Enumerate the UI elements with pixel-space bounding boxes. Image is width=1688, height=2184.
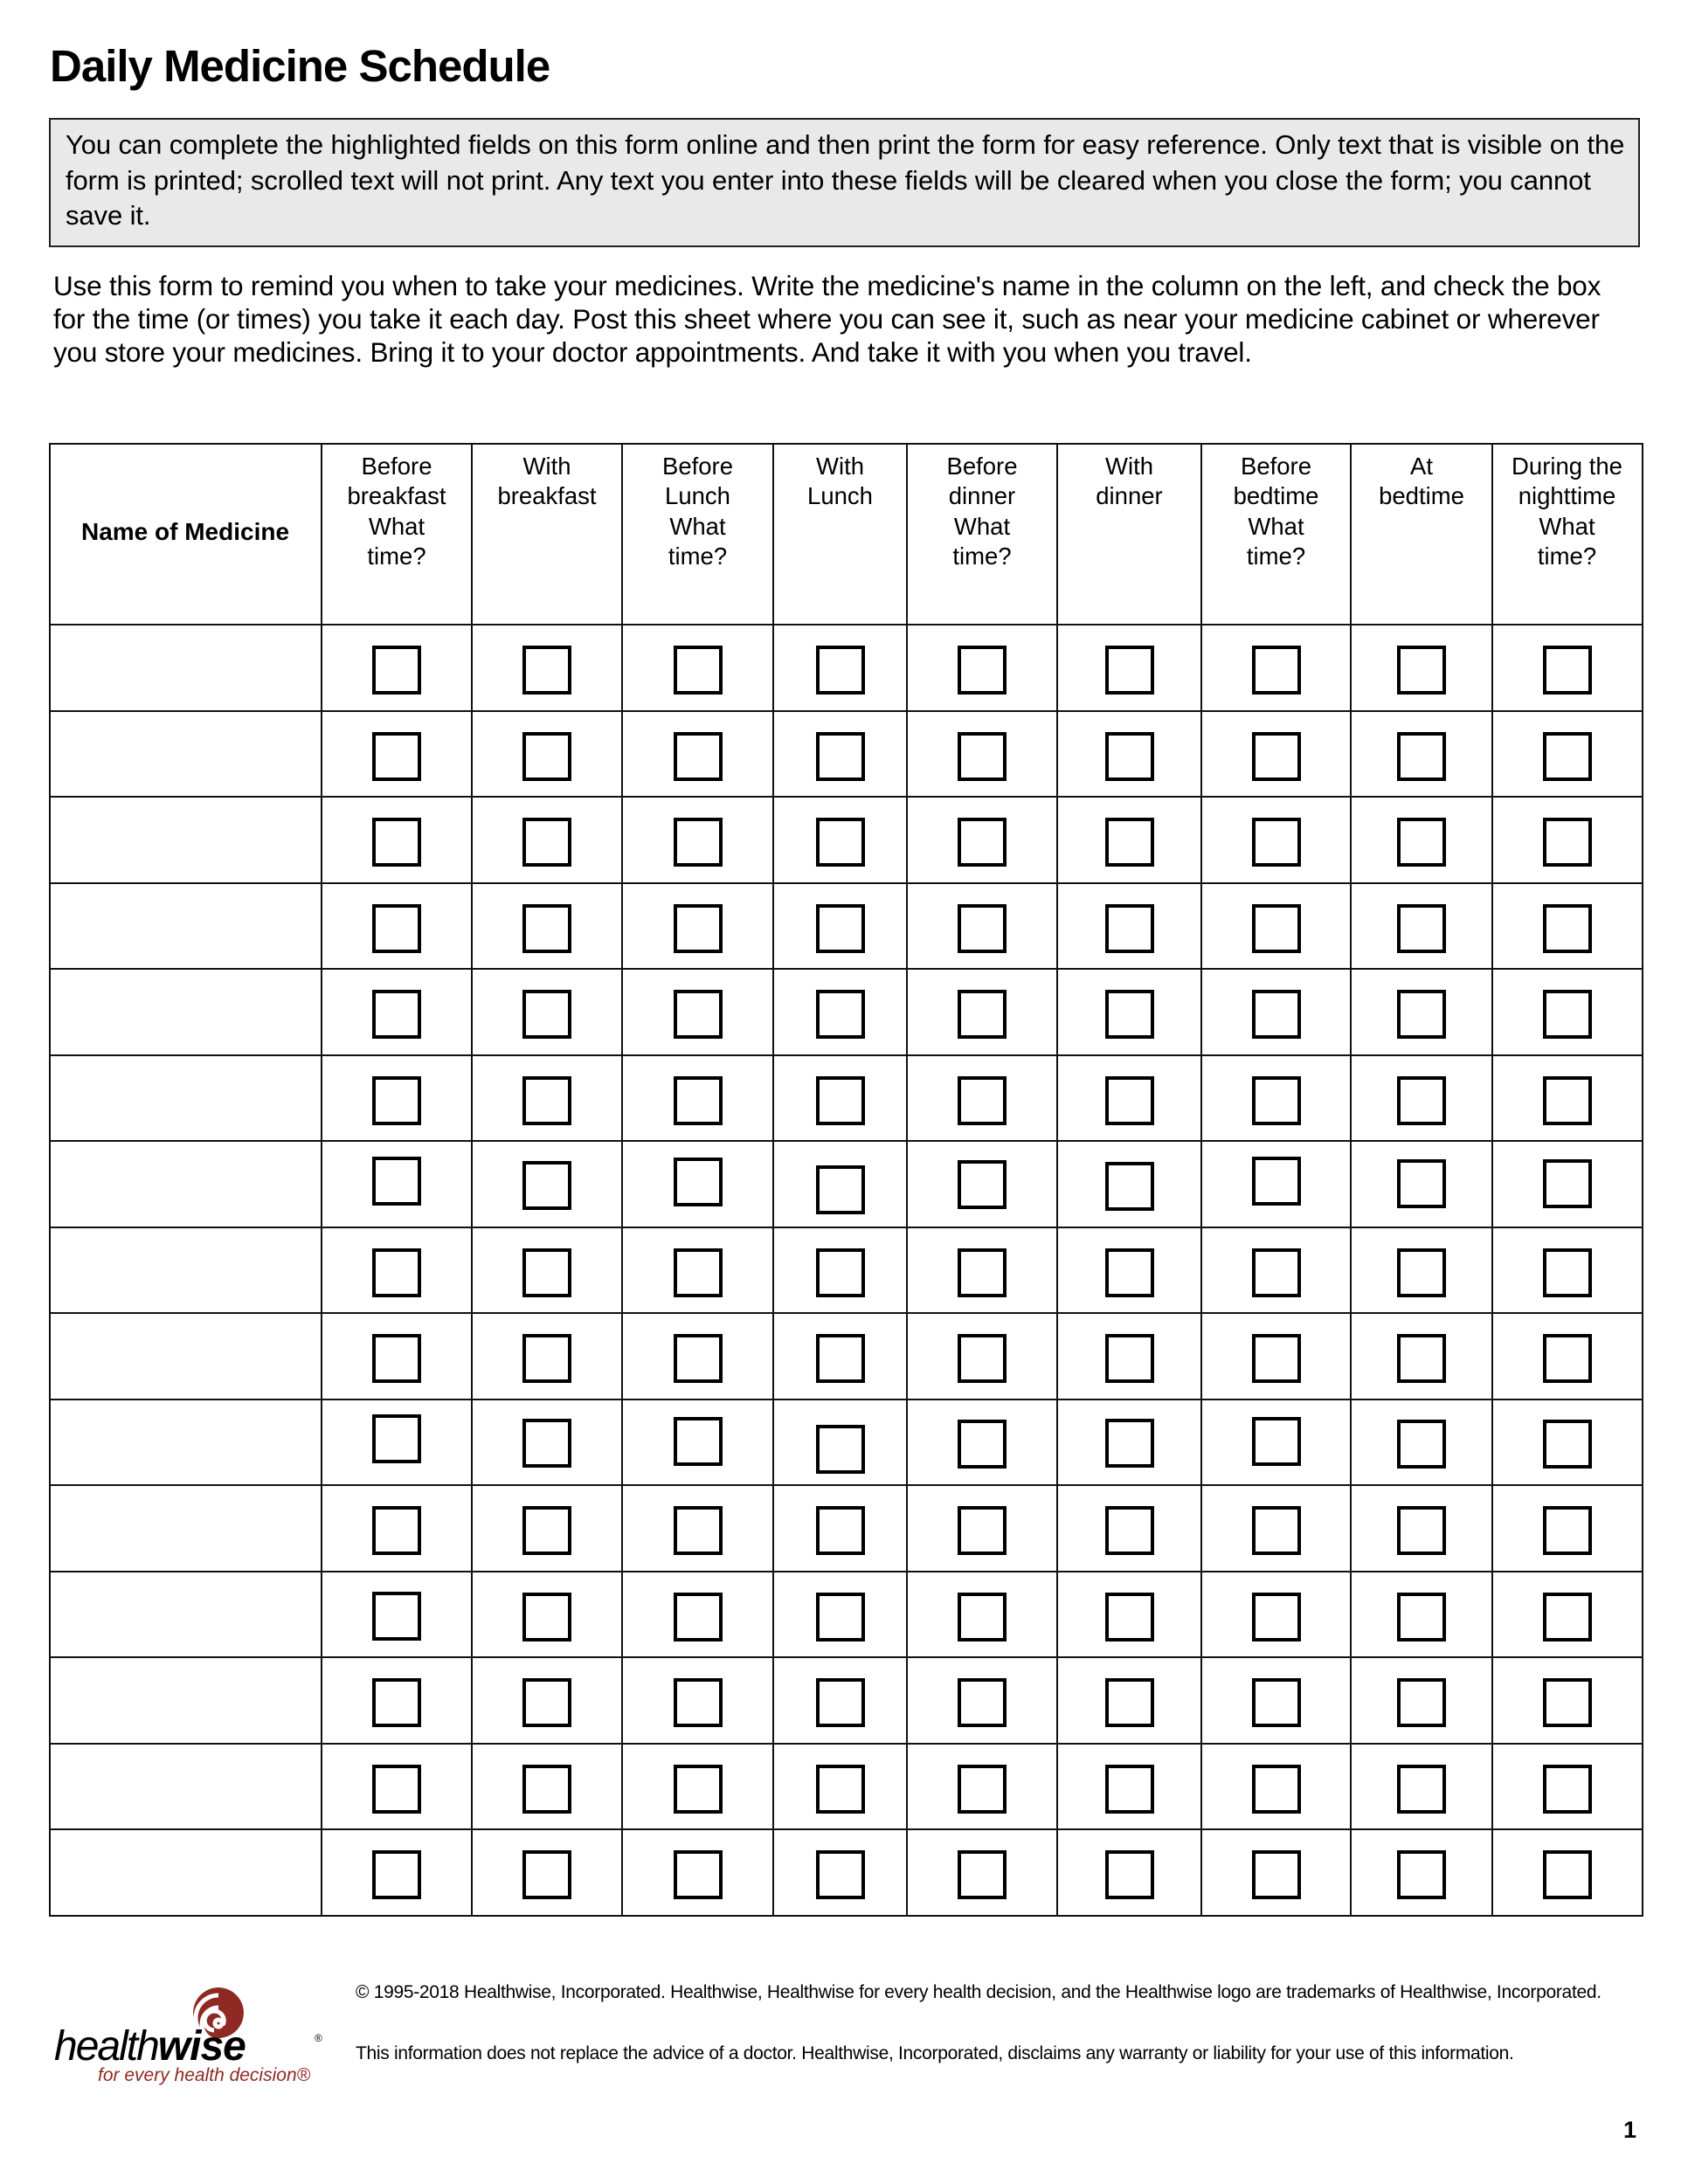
form-instructions-box: You can complete the highlighted fields … xyxy=(49,118,1640,247)
medicine-schedule-table: Name of Medicine Before breakfast What time… xyxy=(49,443,1643,1917)
page-title: Daily Medicine Schedule xyxy=(50,41,550,91)
logo-word-health: health xyxy=(54,2023,160,2070)
form-instructions-text: You can complete the highlighted fields … xyxy=(66,129,1625,231)
disclaimer-text: This information does not replace the ad… xyxy=(356,2043,1514,2063)
registered-mark: ® xyxy=(315,2032,322,2044)
logo-word-wise: wise xyxy=(157,2023,246,2070)
logo-tagline: for every health decision® xyxy=(98,2065,311,2085)
legal-notices: © 1995-2018 Healthwise, Incorporated. He… xyxy=(356,1981,1614,2104)
copyright-text: © 1995-2018 Healthwise, Incorporated. He… xyxy=(356,1982,1602,2002)
table-border xyxy=(49,443,1643,1917)
healthwise-logo: healthwise ® for every health decision® xyxy=(35,1983,349,2097)
intro-paragraph: Use this form to remind you when to take… xyxy=(53,270,1602,368)
page-number: 1 xyxy=(1623,2117,1637,2143)
logo-wordmark: healthwise xyxy=(54,2025,246,2069)
